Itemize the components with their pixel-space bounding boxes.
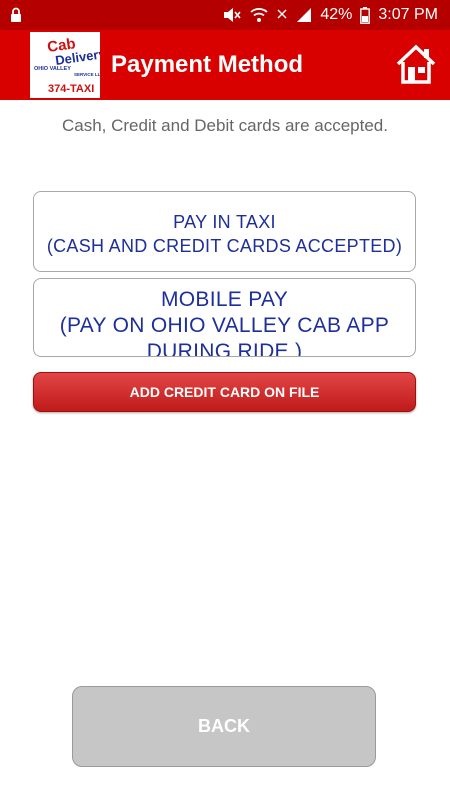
- mobile-pay-button[interactable]: MOBILE PAY (PAY ON OHIO VALLEY CAB APP D…: [33, 278, 416, 357]
- company-logo: Cab Delivery OHIO VALLEY SERVICE LLC 374…: [30, 32, 100, 98]
- add-credit-card-button[interactable]: ADD CREDIT CARD ON FILE: [33, 372, 416, 412]
- back-label: BACK: [198, 716, 250, 736]
- no-signal-icon: [276, 7, 288, 23]
- home-button[interactable]: [395, 44, 437, 88]
- signal-icon: [296, 7, 312, 23]
- back-button[interactable]: BACK: [72, 686, 376, 767]
- wifi-icon: [250, 7, 268, 23]
- page-title: Payment Method: [111, 51, 304, 78]
- add-credit-card-label: ADD CREDIT CARD ON FILE: [129, 384, 320, 400]
- status-bar: 42% 3:07 PM: [0, 0, 450, 30]
- pay-in-taxi-button[interactable]: PAY IN TAXI (CASH AND CREDIT CARDS ACCEP…: [33, 191, 416, 272]
- house-icon: [395, 43, 437, 90]
- battery-percent: 42%: [320, 6, 353, 23]
- lock-icon: [10, 7, 22, 23]
- mobile-pay-title: MOBILE PAY: [160, 288, 289, 311]
- mobile-pay-detail: (PAY ON OHIO VALLEY CAB APP: [59, 314, 390, 337]
- pay-in-taxi-detail: (CASH AND CREDIT CARDS ACCEPTED): [46, 236, 403, 256]
- app-bar: Cab Delivery OHIO VALLEY SERVICE LLC 374…: [0, 30, 450, 100]
- clock: 3:07 PM: [378, 6, 438, 23]
- svg-text:374-TAXI: 374-TAXI: [48, 83, 94, 95]
- mobile-pay-detail-cont: DURING RIDE ): [146, 340, 303, 357]
- battery-icon: [360, 6, 371, 24]
- svg-text:SERVICE LLC: SERVICE LLC: [74, 72, 100, 77]
- pay-in-taxi-title: PAY IN TAXI: [173, 212, 276, 232]
- accepted-cards-note: Cash, Credit and Debit cards are accepte…: [61, 116, 388, 135]
- mute-icon: [222, 7, 242, 23]
- svg-text:OHIO VALLEY: OHIO VALLEY: [34, 66, 71, 72]
